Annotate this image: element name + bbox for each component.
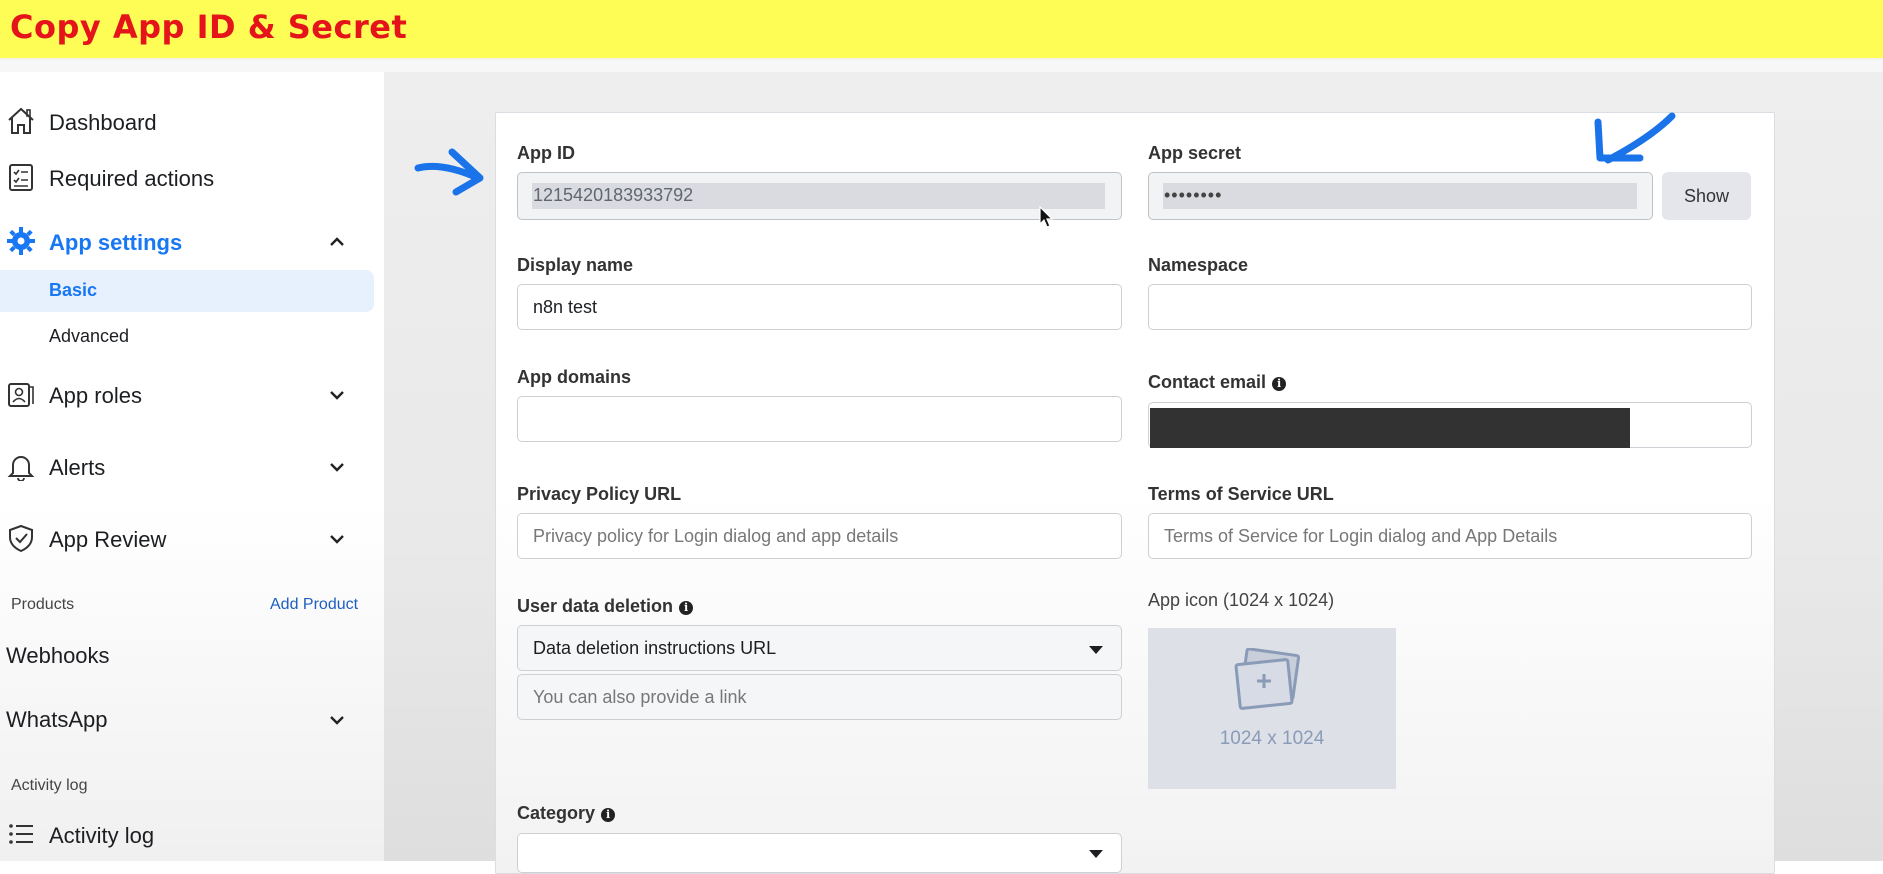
sidebar-item-whatsapp[interactable]: WhatsApp	[6, 707, 108, 733]
sidebar-item-dashboard[interactable]: Dashboard	[0, 102, 384, 142]
data-deletion-link-placeholder: You can also provide a link	[533, 687, 747, 707]
info-icon[interactable]: i	[601, 808, 616, 822]
products-heading: Products	[11, 596, 75, 613]
sidebar-subitem-label: Advanced	[49, 326, 130, 346]
app-domains-label: App domains	[517, 367, 632, 387]
tutorial-banner: Copy App ID & Secret	[0, 0, 1883, 60]
app-secret-label: App secret	[1148, 143, 1242, 163]
sidebar-subitem-label: Basic	[49, 280, 98, 300]
app-domains-field[interactable]	[517, 396, 1122, 442]
sidebar-item-required-actions[interactable]: Required actions	[0, 158, 384, 198]
activity-log-heading: Activity log	[11, 777, 88, 794]
app-icon-label: App icon (1024 x 1024)	[1148, 590, 1335, 610]
sidebar-item-webhooks[interactable]: Webhooks	[6, 643, 110, 669]
shield-check-icon	[6, 523, 36, 553]
app-icon-size: 1024 x 1024	[1219, 728, 1325, 749]
annotation-arrow-right-icon	[414, 148, 484, 196]
sidebar-item-label: Alerts	[49, 455, 106, 480]
display-name-field[interactable]: n8n test	[517, 284, 1122, 330]
user-data-deletion-label: User data deletion i	[517, 596, 694, 617]
sidebar-item-app-settings[interactable]: App settings	[0, 222, 384, 262]
display-name-value: n8n test	[533, 297, 598, 317]
app-id-value: 1215420183933792	[533, 185, 694, 205]
top-bar	[0, 60, 1883, 72]
chevron-down-icon[interactable]	[327, 385, 347, 405]
sidebar-item-label: Dashboard	[49, 110, 157, 135]
privacy-policy-label: Privacy Policy URL	[517, 484, 682, 504]
sidebar-item-label: Activity log	[49, 823, 155, 848]
app-icon-upload[interactable]: 1024 x 1024	[1148, 628, 1396, 789]
info-icon[interactable]: i	[1272, 377, 1287, 391]
contact-email-label-text: Contact email	[1148, 372, 1267, 392]
display-name-label: Display name	[517, 255, 634, 275]
data-deletion-link-field[interactable]: You can also provide a link	[517, 674, 1122, 720]
terms-of-service-label: Terms of Service URL	[1148, 484, 1334, 504]
info-icon[interactable]: i	[679, 601, 694, 615]
basic-settings-card	[495, 112, 1775, 874]
app-id-label: App ID	[517, 143, 575, 163]
sidebar-item-label: App Review	[49, 527, 167, 552]
sidebar: Dashboard Required actions App settings …	[0, 72, 384, 861]
sidebar-subitem-basic[interactable]: Basic	[0, 270, 374, 312]
sidebar-item-app-review[interactable]: App Review	[0, 519, 384, 559]
app-secret-value: ••••••••	[1164, 185, 1223, 205]
namespace-label: Namespace	[1148, 255, 1249, 275]
sidebar-subitem-advanced[interactable]: Advanced	[0, 316, 374, 358]
privacy-policy-placeholder: Privacy policy for Login dialog and app …	[533, 526, 899, 546]
chevron-up-icon[interactable]	[327, 232, 347, 252]
user-data-deletion-label-text: User data deletion	[517, 596, 674, 616]
privacy-policy-field[interactable]: Privacy policy for Login dialog and app …	[517, 513, 1122, 559]
sidebar-item-label: App settings	[49, 230, 183, 255]
terms-of-service-placeholder: Terms of Service for Login dialog and Ap…	[1164, 526, 1558, 546]
category-select[interactable]	[517, 833, 1122, 873]
sidebar-item-label: Required actions	[49, 166, 215, 191]
mouse-cursor-icon	[1039, 206, 1054, 228]
category-label-text: Category	[517, 803, 596, 823]
gear-icon	[6, 226, 36, 256]
chevron-down-icon[interactable]	[327, 710, 347, 730]
show-secret-button[interactable]: Show	[1662, 172, 1751, 220]
list-icon	[6, 819, 36, 849]
app-secret-field[interactable]: ••••••••	[1148, 172, 1653, 220]
text-selection-highlight	[1163, 183, 1637, 209]
checklist-icon	[6, 162, 36, 192]
home-icon	[6, 106, 36, 136]
chevron-down-icon[interactable]	[327, 457, 347, 477]
chevron-down-icon[interactable]	[327, 529, 347, 549]
redaction-bar	[1150, 408, 1630, 448]
namespace-field[interactable]	[1148, 284, 1752, 330]
sidebar-item-activity-log[interactable]: Activity log	[0, 817, 384, 853]
sidebar-item-app-roles[interactable]: App roles	[0, 375, 384, 415]
data-deletion-selected: Data deletion instructions URL	[533, 638, 777, 658]
app-id-field[interactable]: 1215420183933792	[517, 172, 1122, 220]
contact-email-label: Contact email i	[1148, 372, 1287, 393]
annotation-arrow-down-left-icon	[1594, 112, 1676, 164]
id-badge-icon	[6, 379, 36, 409]
add-image-icon	[1234, 648, 1301, 710]
category-label: Category i	[517, 803, 616, 824]
dropdown-caret-icon	[1089, 646, 1103, 654]
banner-title: Copy App ID & Secret	[10, 8, 408, 46]
add-product-link[interactable]: Add Product	[270, 596, 358, 614]
data-deletion-select[interactable]: Data deletion instructions URL	[517, 625, 1122, 671]
sidebar-item-label: App roles	[49, 383, 142, 408]
bell-icon	[6, 451, 36, 482]
terms-of-service-field[interactable]: Terms of Service for Login dialog and Ap…	[1148, 513, 1752, 559]
sidebar-item-alerts[interactable]: Alerts	[0, 447, 384, 487]
dropdown-caret-icon	[1089, 850, 1103, 858]
